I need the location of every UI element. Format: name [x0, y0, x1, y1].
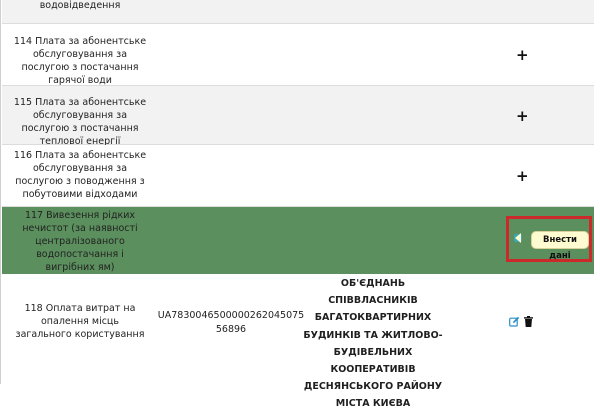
table-row: з централізованого водовідведення: [2, 0, 594, 24]
trash-icon[interactable]: [524, 316, 533, 330]
table-row: 114 Плата за абонентське обслуговування …: [2, 24, 594, 86]
pencil-square-icon[interactable]: [509, 316, 520, 330]
organization-name: ОБ'ЄДНАНЬ СПІВВЛАСНИКІВ БАГАТОКВАРТИРНИХ…: [303, 278, 443, 410]
service-name: 116 Плата за абонентське обслуговування …: [13, 150, 147, 200]
service-name: 118 Оплата витрат на опалення місць зага…: [15, 303, 145, 340]
tooltip-arrow: [515, 233, 521, 243]
add-data-tooltip: Внести дані: [531, 231, 589, 261]
table-row: 116 Плата за абонентське обслуговування …: [2, 145, 594, 207]
add-data-button[interactable]: +: [516, 109, 529, 124]
service-name: 117 Вивезення рідких нечистот (за наявно…: [22, 210, 138, 273]
service-name: 115 Плата за абонентське обслуговування …: [13, 97, 147, 147]
service-name: 114 Плата за абонентське обслуговування …: [13, 36, 147, 86]
add-data-button[interactable]: +: [516, 48, 529, 63]
table-row: 115 Плата за абонентське обслуговування …: [2, 86, 594, 147]
table-row: 118 Оплата витрат на опалення місць зага…: [2, 274, 594, 409]
services-table: з централізованого водовідведення 114 Пл…: [0, 0, 594, 409]
add-data-button[interactable]: +: [516, 169, 529, 184]
iban-value: UA783004650000026204507556896: [157, 310, 305, 335]
service-name: з централізованого водовідведення: [39, 0, 121, 11]
